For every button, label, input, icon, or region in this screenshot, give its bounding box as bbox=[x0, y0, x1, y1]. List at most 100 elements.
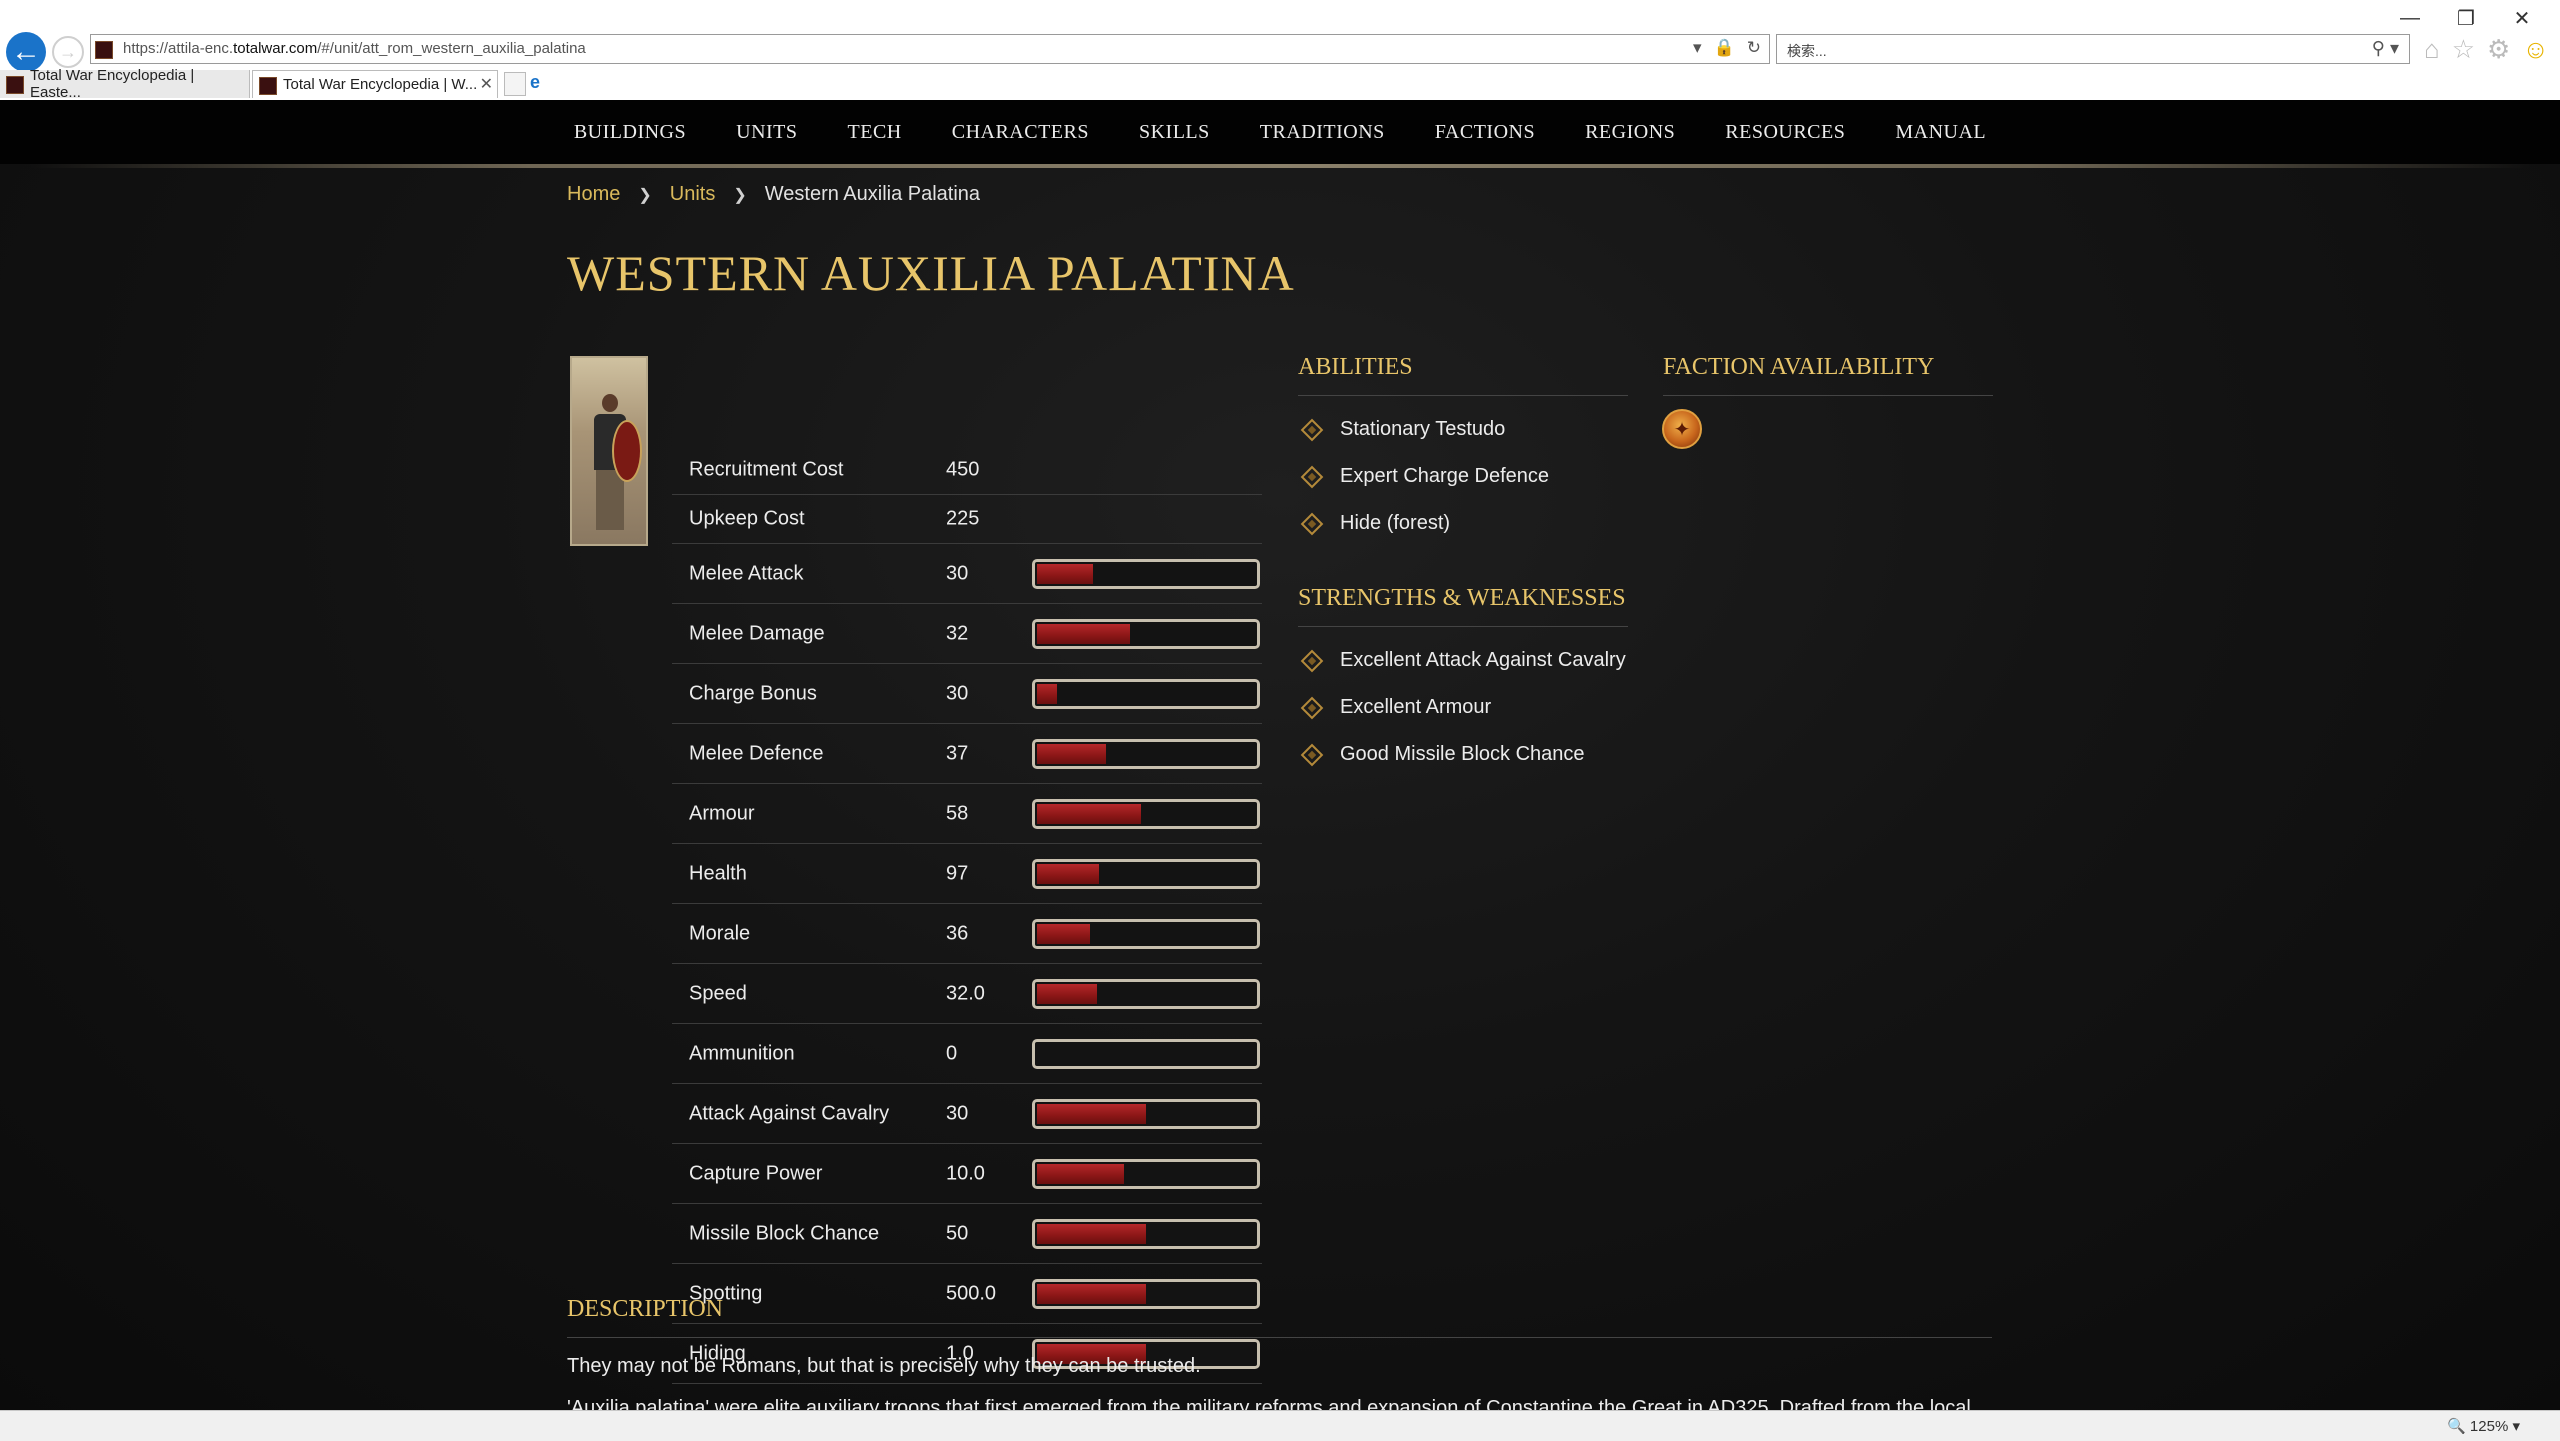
new-tab-button[interactable] bbox=[504, 72, 526, 96]
ability-item[interactable]: Expert Charge Defence bbox=[1298, 465, 1549, 488]
stat-bar-fill bbox=[1037, 563, 1093, 584]
status-bar: 🔍 125% ▾ bbox=[0, 1410, 2560, 1441]
nav-regions[interactable]: REGIONS bbox=[1560, 121, 1700, 144]
stat-bar-fill bbox=[1037, 803, 1142, 824]
minimize-icon[interactable]: — bbox=[2382, 4, 2438, 32]
stat-row: Upkeep Cost 225 bbox=[672, 495, 1262, 544]
stat-bar-fill bbox=[1037, 623, 1131, 644]
nav-divider bbox=[30, 164, 2530, 168]
stat-label: Ammunition bbox=[689, 1042, 795, 1064]
description-paragraph: They may not be Romans, but that is prec… bbox=[567, 1355, 1201, 1377]
nav-skills[interactable]: SKILLS bbox=[1114, 121, 1235, 144]
tab-close-icon[interactable]: ✕ bbox=[480, 74, 493, 94]
stat-bar bbox=[1032, 858, 1260, 889]
stat-label: Melee Defence bbox=[689, 742, 824, 764]
refresh-icon[interactable]: ↻ bbox=[1747, 38, 1761, 58]
ability-item[interactable]: Stationary Testudo bbox=[1298, 418, 1505, 441]
stat-label: Recruitment Cost bbox=[689, 458, 844, 481]
ie-logo-icon[interactable]: e bbox=[530, 72, 552, 94]
nav-characters[interactable]: CHARACTERS bbox=[927, 121, 1114, 144]
search-placeholder: 検索... bbox=[1787, 43, 1827, 59]
diamond-bullet-icon bbox=[1300, 696, 1324, 719]
faction-availability-title: FACTION AVAILABILITY bbox=[1663, 354, 1935, 380]
address-bar[interactable]: https://attila-enc.totalwar.com/#/unit/a… bbox=[90, 34, 1770, 64]
stat-value: 30 bbox=[946, 1102, 969, 1124]
zoom-level[interactable]: 🔍 125% ▾ bbox=[2447, 1417, 2520, 1435]
stat-label: Charge Bonus bbox=[689, 682, 817, 704]
stat-bar bbox=[1032, 678, 1260, 709]
stat-bar bbox=[1032, 738, 1260, 769]
stat-value: 500.0 bbox=[946, 1282, 997, 1304]
stat-row: Morale 36 bbox=[672, 904, 1262, 964]
close-window-icon[interactable]: ✕ bbox=[2494, 4, 2550, 32]
diamond-bullet-icon bbox=[1300, 649, 1324, 672]
stat-row: Missile Block Chance 50 bbox=[672, 1204, 1262, 1264]
restore-icon[interactable]: ❐ bbox=[2438, 4, 2494, 32]
favorites-star-icon[interactable]: ☆ bbox=[2452, 34, 2475, 65]
tab-eastern[interactable]: Total War Encyclopedia | Easte... bbox=[0, 67, 250, 101]
back-button[interactable]: ← bbox=[6, 32, 46, 72]
main-nav: BUILDINGS UNITS TECH CHARACTERS SKILLS T… bbox=[0, 100, 2560, 164]
search-icon[interactable]: ⚲ ▾ bbox=[2372, 38, 2399, 59]
abilities-title: ABILITIES bbox=[1298, 354, 1413, 380]
nav-tech[interactable]: TECH bbox=[823, 121, 927, 144]
breadcrumb-home[interactable]: Home bbox=[567, 183, 620, 206]
smiley-feedback-icon[interactable]: ☺ bbox=[2522, 34, 2549, 65]
strengths-title: STRENGTHS & WEAKNESSES bbox=[1298, 585, 1626, 611]
stat-row: Melee Defence 37 bbox=[672, 724, 1262, 784]
forward-button[interactable]: → bbox=[52, 36, 84, 68]
diamond-bullet-icon bbox=[1300, 512, 1324, 535]
stat-bar-fill bbox=[1037, 1163, 1124, 1184]
faction-emblem-icon[interactable]: ✦ bbox=[1662, 409, 1702, 449]
stat-label: Armour bbox=[689, 802, 755, 824]
home-icon[interactable]: ⌂ bbox=[2424, 34, 2440, 65]
nav-manual[interactable]: MANUAL bbox=[1870, 121, 2011, 144]
stat-bar-fill bbox=[1037, 1283, 1146, 1304]
tab-western[interactable]: Total War Encyclopedia | W... ✕ bbox=[252, 70, 498, 98]
ability-label: Stationary Testudo bbox=[1340, 418, 1506, 440]
stat-bar bbox=[1032, 558, 1260, 589]
stat-row: Speed 32.0 bbox=[672, 964, 1262, 1024]
stat-row: Spotting 500.0 bbox=[672, 1264, 1262, 1324]
stat-bar-fill bbox=[1037, 1103, 1146, 1124]
stat-row: Health 97 bbox=[672, 844, 1262, 904]
strengths-divider bbox=[1298, 626, 1628, 627]
nav-factions[interactable]: FACTIONS bbox=[1410, 121, 1560, 144]
stat-label: Speed bbox=[689, 982, 747, 1004]
lock-icon[interactable]: 🔒 bbox=[1714, 38, 1735, 58]
unit-portrait bbox=[570, 356, 648, 546]
tab-favicon-icon bbox=[6, 76, 24, 94]
stat-bar-fill bbox=[1037, 863, 1100, 884]
url-text: https://attila-enc.totalwar.com/#/unit/a… bbox=[123, 40, 586, 57]
stat-value: 30 bbox=[946, 562, 969, 584]
ability-item[interactable]: Hide (forest) bbox=[1298, 512, 1450, 535]
site-favicon-icon bbox=[95, 41, 113, 59]
nav-resources[interactable]: RESOURCES bbox=[1700, 121, 1870, 144]
stat-bar bbox=[1032, 1218, 1260, 1249]
dropdown-icon[interactable]: ▾ bbox=[1693, 38, 1702, 58]
stat-label: Upkeep Cost bbox=[689, 507, 805, 530]
stat-label: Melee Damage bbox=[689, 622, 825, 644]
stat-bar bbox=[1032, 1158, 1260, 1189]
page-title: WESTERN AUXILIA PALATINA bbox=[567, 245, 1295, 301]
stat-row: Charge Bonus 30 bbox=[672, 664, 1262, 724]
stat-value: 32.0 bbox=[946, 982, 985, 1004]
stat-value: 97 bbox=[946, 862, 969, 884]
browser-chrome: — ❐ ✕ ← → https://attila-enc.totalwar.co… bbox=[0, 0, 2560, 101]
nav-traditions[interactable]: TRADITIONS bbox=[1235, 121, 1410, 144]
stat-label: Missile Block Chance bbox=[689, 1222, 880, 1244]
stat-row: Attack Against Cavalry 30 bbox=[672, 1084, 1262, 1144]
abilities-divider bbox=[1298, 395, 1628, 396]
nav-units[interactable]: UNITS bbox=[711, 121, 822, 144]
page-content: BUILDINGS UNITS TECH CHARACTERS SKILLS T… bbox=[0, 100, 2560, 1410]
nav-buildings[interactable]: BUILDINGS bbox=[549, 121, 711, 144]
gear-icon[interactable]: ⚙ bbox=[2487, 34, 2510, 65]
stat-row: Ammunition 0 bbox=[672, 1024, 1262, 1084]
search-box[interactable]: 検索... ⚲ ▾ bbox=[1776, 34, 2410, 64]
stat-bar bbox=[1032, 1038, 1260, 1069]
breadcrumb: Home ❯ Units ❯ Western Auxilia Palatina bbox=[567, 183, 980, 206]
stat-row: Armour 58 bbox=[672, 784, 1262, 844]
breadcrumb-units[interactable]: Units bbox=[670, 183, 716, 206]
stat-bar-fill bbox=[1037, 923, 1091, 944]
stat-bar-fill bbox=[1037, 743, 1106, 764]
